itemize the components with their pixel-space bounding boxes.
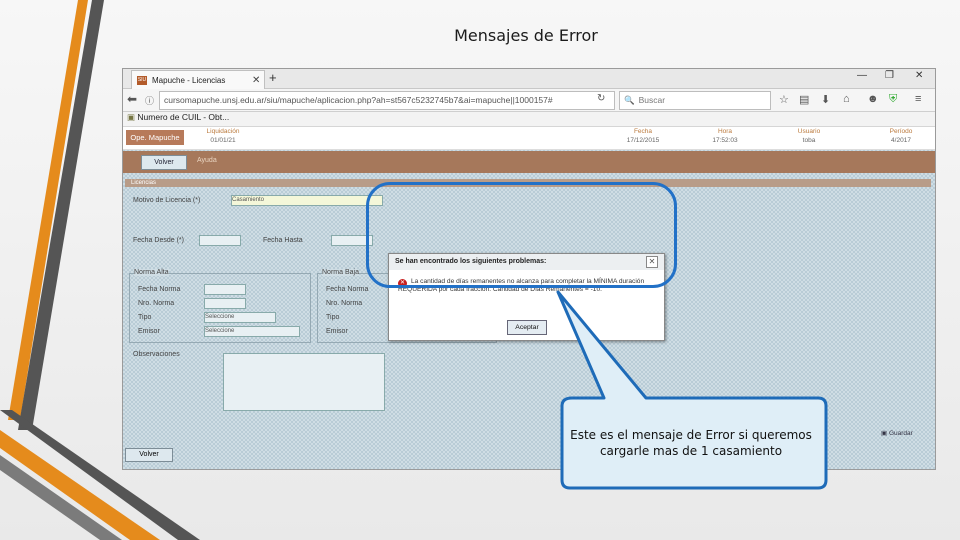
callout-text: Este es el mensaje de Error si queremos … (570, 428, 812, 458)
callout-bubble (556, 290, 828, 490)
